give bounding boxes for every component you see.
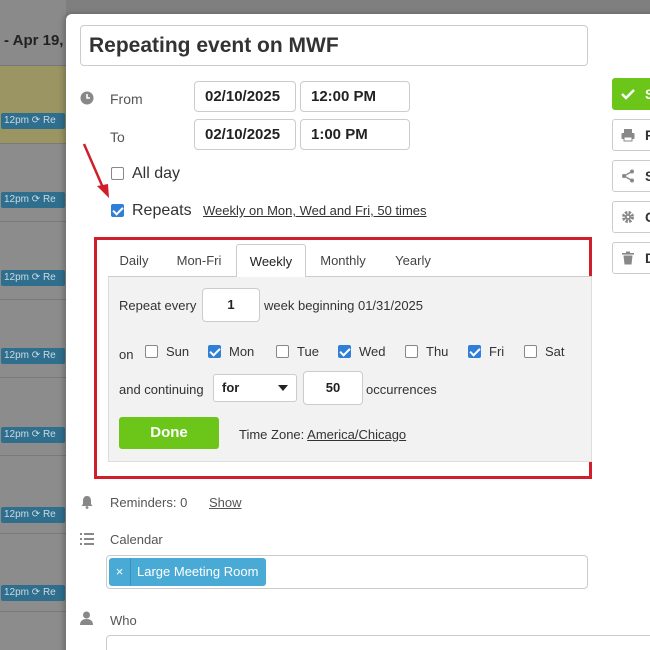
reminders-label: Reminders: 0	[110, 495, 188, 510]
repeat-tabs: Daily Mon-Fri Weekly Monthly Yearly	[108, 244, 592, 278]
printer-icon	[621, 129, 635, 142]
all-day-label: All day	[132, 165, 181, 182]
calendar-chip-label: Large Meeting Room	[137, 564, 259, 579]
from-label: From	[110, 91, 143, 107]
occurrences-label: occurrences	[366, 382, 437, 397]
clock-icon	[80, 91, 94, 105]
share-button[interactable]: S	[612, 160, 650, 192]
copy-button[interactable]: C	[612, 201, 650, 233]
day-checkbox-tue[interactable]	[276, 345, 289, 358]
continuing-mode-select[interactable]: for	[213, 374, 297, 402]
day-checkbox-fri[interactable]	[468, 345, 481, 358]
share-icon	[622, 169, 634, 183]
background-calendar: - Apr 19, 2 12pm ⟳ Re 12pm ⟳ Re 12pm ⟳ R…	[0, 0, 66, 650]
background-cell	[0, 66, 66, 144]
print-button[interactable]: P	[612, 119, 650, 151]
event-title-input[interactable]: Repeating event on MWF	[80, 25, 588, 66]
chip-remove-icon[interactable]: ×	[109, 558, 131, 586]
day-label-wed: Wed	[359, 344, 386, 359]
tab-monthly[interactable]: Monthly	[308, 244, 378, 277]
from-date-input[interactable]: 02/10/2025	[194, 81, 296, 112]
calendar-chip: × Large Meeting Room	[109, 558, 267, 586]
done-button[interactable]: Done	[119, 417, 219, 449]
day-checkbox-sun[interactable]	[145, 345, 158, 358]
check-icon	[621, 89, 635, 100]
background-event[interactable]: 12pm ⟳ Re	[1, 113, 65, 129]
background-event[interactable]: 12pm ⟳ Re	[1, 270, 65, 286]
delete-button[interactable]: D	[612, 242, 650, 274]
background-event[interactable]: 12pm ⟳ Re	[1, 585, 65, 601]
from-time-input[interactable]: 12:00 PM	[300, 81, 410, 112]
tab-weekly[interactable]: Weekly	[236, 244, 306, 278]
calendar-field[interactable]: × Large Meeting Room	[106, 555, 588, 589]
delete-button-label: D	[645, 250, 650, 266]
save-button-label: S	[645, 86, 650, 102]
background-cell	[0, 222, 66, 300]
repeat-every-input[interactable]: 1	[202, 288, 260, 322]
timezone-link[interactable]: America/Chicago	[307, 427, 406, 442]
repeats-checkbox[interactable]	[111, 204, 124, 217]
user-icon	[80, 611, 93, 625]
calendar-label: Calendar	[110, 532, 163, 547]
to-time-input[interactable]: 1:00 PM	[300, 119, 410, 150]
day-checkbox-sat[interactable]	[524, 345, 537, 358]
day-label-fri: Fri	[489, 344, 505, 359]
repeat-every-label: Repeat every	[119, 298, 197, 313]
gear-icon	[622, 211, 634, 223]
share-button-label: S	[645, 168, 650, 184]
who-label: Who	[110, 613, 137, 628]
list-icon	[80, 533, 94, 545]
background-cell	[0, 378, 66, 456]
event-editor-dialog: Repeating event on MWF From 02/10/2025 1…	[66, 14, 650, 650]
on-label: on	[119, 347, 134, 362]
print-button-label: P	[645, 127, 650, 143]
day-checkbox-wed[interactable]	[338, 345, 351, 358]
day-label-thu: Thu	[426, 344, 449, 359]
day-checkbox-mon[interactable]	[208, 345, 221, 358]
day-label-sun: Sun	[166, 344, 190, 359]
background-event[interactable]: 12pm ⟳ Re	[1, 427, 65, 443]
continuing-mode-value: for	[222, 380, 240, 395]
background-cell	[0, 144, 66, 222]
all-day-checkbox[interactable]	[111, 167, 124, 180]
reminders-show-link[interactable]: Show	[209, 495, 242, 510]
day-label-sat: Sat	[545, 344, 565, 359]
tab-yearly[interactable]: Yearly	[382, 244, 444, 277]
repeat-summary-link[interactable]: Weekly on Mon, Wed and Fri, 50 times	[203, 203, 427, 218]
background-cell	[0, 300, 66, 378]
save-button[interactable]: S	[612, 78, 650, 110]
chevron-down-icon	[278, 385, 288, 391]
timezone-row: Time Zone: America/Chicago	[239, 427, 406, 442]
day-checkbox-thu[interactable]	[405, 345, 418, 358]
repeat-options-highlight: Daily Mon-Fri Weekly Monthly Yearly Repe…	[94, 237, 592, 479]
trash-icon	[622, 251, 634, 265]
day-label-mon: Mon	[229, 344, 255, 359]
weekly-repeat-panel: Repeat every 1 week beginning 01/31/2025…	[108, 277, 592, 462]
timezone-label: Time Zone:	[239, 427, 305, 442]
tab-mon-fri[interactable]: Mon-Fri	[164, 244, 234, 277]
to-date-input[interactable]: 02/10/2025	[194, 119, 296, 150]
background-event[interactable]: 12pm ⟳ Re	[1, 348, 65, 364]
who-input[interactable]	[106, 635, 650, 650]
bell-icon	[81, 496, 93, 509]
repeats-label: Repeats	[132, 202, 192, 219]
occurrences-input[interactable]: 50	[303, 371, 363, 405]
background-event[interactable]: 12pm ⟳ Re	[1, 192, 65, 208]
tab-daily[interactable]: Daily	[108, 244, 160, 277]
background-calendar-header: - Apr 19, 2	[0, 0, 66, 66]
day-label-tue: Tue	[297, 344, 319, 359]
continuing-label: and continuing	[119, 382, 204, 397]
background-date-range: - Apr 19, 2	[4, 32, 66, 49]
copy-button-label: C	[645, 209, 650, 225]
week-beginning-text: week beginning 01/31/2025	[264, 298, 424, 313]
background-event[interactable]: 12pm ⟳ Re	[1, 507, 65, 523]
